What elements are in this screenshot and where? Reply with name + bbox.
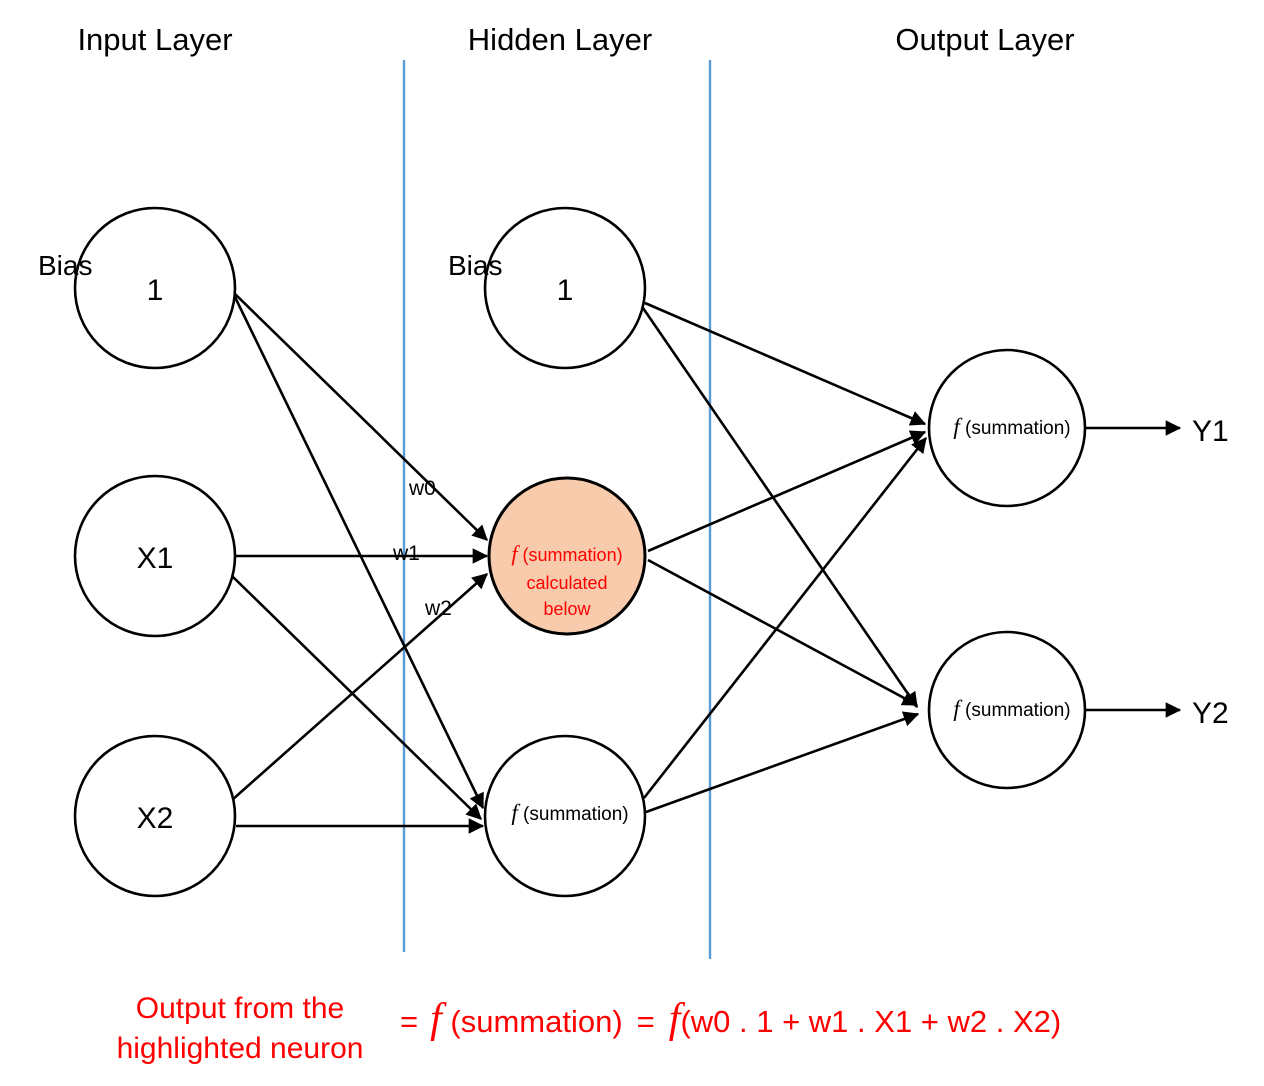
input-bias-label: Bias [38, 250, 92, 281]
equation-equals-2: = [637, 1004, 655, 1039]
hidden-node-highlighted-line3: below [543, 599, 591, 619]
diagram-canvas: Input Layer Hidden Layer Output Layer 1 … [38, 22, 1229, 1065]
output-node-1-func: f (summation) [953, 414, 1070, 439]
edge-hbias-to-out2 [641, 307, 919, 709]
output-label-y1: Y1 [1192, 415, 1229, 448]
hidden-node-bias-value: 1 [557, 274, 574, 307]
weight-label-w0: w0 [408, 477, 436, 500]
hidden-node-highlighted-line2: calculated [526, 573, 607, 593]
input-node-bias-value: 1 [147, 274, 164, 307]
edge-bias-to-hidden1 [233, 292, 488, 541]
hidden-node-highlighted-func: f (summation) [511, 541, 622, 566]
equation-caption-line1: Output from the [136, 992, 344, 1025]
input-node-x2-value: X2 [137, 802, 174, 835]
hidden2-summation-text: (summation) [518, 804, 629, 825]
equation-equals-1: = [400, 1004, 418, 1039]
equation-summation-text: (summation) [442, 1004, 623, 1039]
hidden1-summation-text: (summation) [518, 545, 623, 565]
title-input-layer: Input Layer [77, 22, 232, 57]
equation-caption-line2: highlighted neuron [117, 1032, 364, 1065]
equation-body: = f (summation) = f(w0 . 1 + w1 . X1 + w2 .… [400, 996, 1061, 1042]
weight-label-w2: w2 [424, 597, 452, 620]
hidden-node-2-func: f (summation) [511, 800, 628, 825]
output-node-2-func: f (summation) [953, 696, 1070, 721]
title-hidden-layer: Hidden Layer [468, 22, 652, 57]
out1-summation-text: (summation) [960, 418, 1071, 439]
input-node-x1-value: X1 [137, 542, 174, 575]
hidden-bias-label: Bias [448, 250, 502, 281]
edge-hbias-to-out1 [644, 301, 927, 426]
equation-expression: (w0 . 1 + w1 . X1 + w2 . X2) [680, 1004, 1061, 1039]
edge-hidden1-to-out2 [647, 558, 919, 707]
title-output-layer: Output Layer [895, 22, 1074, 57]
weight-label-w1: w1 [392, 542, 420, 565]
neural-network-diagram: Input Layer Hidden Layer Output Layer 1 … [0, 0, 1264, 1086]
out2-summation-text: (summation) [960, 700, 1071, 721]
edge-hidden2-to-out2 [645, 711, 920, 814]
edge-bias-to-hidden2 [232, 294, 485, 810]
output-label-y2: Y2 [1192, 697, 1229, 730]
